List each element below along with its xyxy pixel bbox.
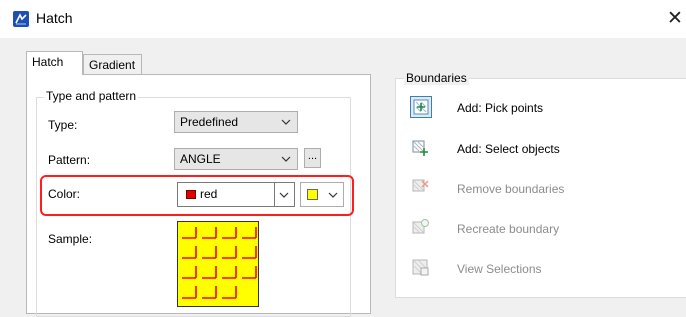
view-selections-label[interactable]: View Selections bbox=[457, 262, 542, 276]
pattern-label: Pattern: bbox=[48, 153, 91, 167]
remove-boundaries-icon[interactable] bbox=[410, 177, 432, 199]
add-pick-points-label[interactable]: Add: Pick points bbox=[457, 101, 543, 115]
type-label: Type: bbox=[48, 118, 78, 132]
pick-points-icon[interactable] bbox=[410, 96, 432, 118]
hatch-app-icon bbox=[13, 11, 29, 27]
color-value: red bbox=[200, 187, 218, 201]
close-icon[interactable]: ✕ bbox=[664, 6, 686, 32]
yellow-color-swatch bbox=[307, 189, 318, 200]
angle-pattern-preview bbox=[182, 227, 257, 299]
pattern-browse-button[interactable]: ... bbox=[304, 148, 321, 168]
type-dropdown[interactable]: Predefined bbox=[174, 111, 298, 133]
chevron-down-icon bbox=[281, 156, 291, 162]
background-color-dropdown[interactable] bbox=[300, 182, 344, 207]
type-value: Predefined bbox=[180, 115, 239, 129]
window-title: Hatch bbox=[36, 10, 73, 26]
pattern-value: ANGLE bbox=[180, 152, 221, 166]
remove-boundaries-label[interactable]: Remove boundaries bbox=[457, 182, 564, 196]
pattern-dropdown[interactable]: ANGLE bbox=[174, 148, 298, 170]
chevron-down-icon bbox=[281, 119, 291, 125]
select-objects-icon[interactable] bbox=[410, 138, 432, 160]
color-label: Color: bbox=[48, 187, 81, 201]
chevron-down-icon bbox=[279, 192, 289, 198]
type-pattern-group-label: Type and pattern bbox=[44, 89, 139, 103]
red-color-swatch bbox=[186, 190, 196, 199]
sample-label: Sample: bbox=[48, 232, 93, 246]
dropdown-divider bbox=[274, 183, 275, 206]
color-dropdown[interactable]: red bbox=[177, 182, 295, 207]
title-bar: Hatch ✕ bbox=[0, 0, 686, 38]
boundaries-group-label: Boundaries bbox=[404, 71, 469, 85]
chevron-down-icon bbox=[328, 192, 338, 198]
recreate-boundary-icon[interactable] bbox=[410, 217, 432, 239]
view-selections-icon[interactable] bbox=[410, 257, 432, 279]
add-select-objects-label[interactable]: Add: Select objects bbox=[457, 142, 560, 156]
hatch-sample-preview[interactable] bbox=[177, 221, 259, 307]
tab-gradient[interactable]: Gradient bbox=[83, 54, 142, 75]
recreate-boundary-label[interactable]: Recreate boundary bbox=[457, 222, 559, 236]
tab-hatch[interactable]: Hatch bbox=[26, 51, 83, 75]
